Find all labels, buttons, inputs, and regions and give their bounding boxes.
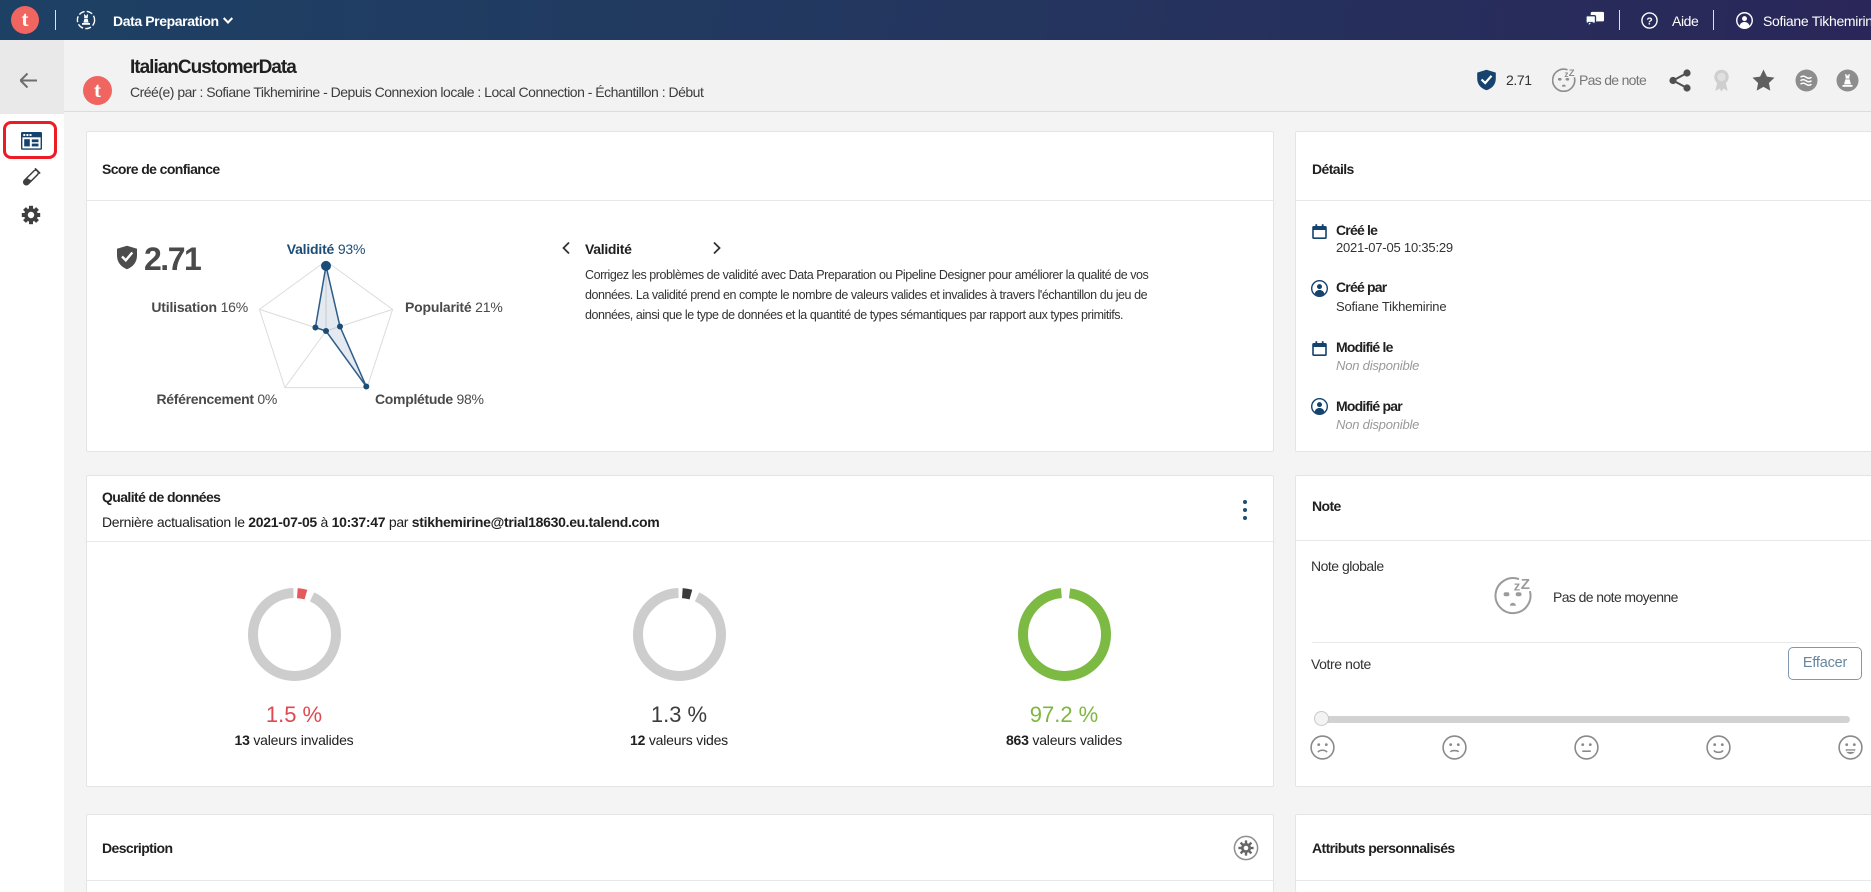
svg-text:Z: Z — [1569, 68, 1575, 79]
svg-text:Z: Z — [1521, 576, 1530, 593]
svg-text:?: ? — [1646, 16, 1652, 27]
svg-text:z: z — [1514, 578, 1521, 593]
svg-text:z: z — [1564, 70, 1568, 79]
